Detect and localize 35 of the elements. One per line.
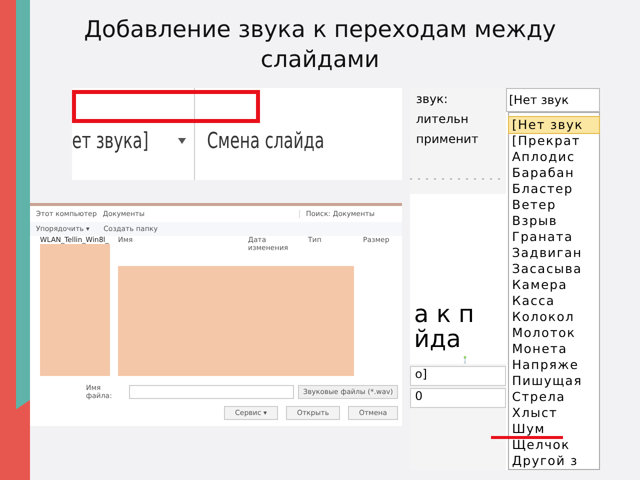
sound-option[interactable]: Аплодис <box>509 149 599 165</box>
sound-option[interactable]: Барабан <box>509 165 599 181</box>
slide-text: йда <box>414 327 462 352</box>
sound-option[interactable]: Другой з <box>509 453 599 469</box>
sound-option[interactable]: Шум <box>509 421 599 437</box>
sound-option[interactable]: Засасыва <box>509 261 599 277</box>
sound-option[interactable]: Взрыв <box>509 213 599 229</box>
slide-text: а к п <box>414 302 476 328</box>
field-label: применит <box>415 131 480 148</box>
sound-option[interactable]: Ветер <box>509 197 599 213</box>
spinner-field[interactable]: 0 <box>410 388 506 408</box>
sound-option[interactable]: Колокол <box>509 309 599 325</box>
sound-option[interactable]: Задвиган <box>509 245 599 261</box>
sound-option[interactable]: Стрела <box>509 389 599 405</box>
sound-option[interactable]: Хлыст <box>509 405 599 421</box>
sound-dropdown[interactable]: [Нет звук <box>506 88 600 112</box>
field-label: лительн <box>415 111 470 128</box>
sound-option[interactable]: Молоток <box>509 325 599 341</box>
sound-option[interactable]: Касса <box>509 293 599 309</box>
sound-option[interactable]: Щелчок <box>509 437 599 453</box>
sound-option[interactable]: [Нет звук <box>509 117 599 133</box>
field-label: звук: <box>415 91 449 108</box>
sound-option[interactable]: Бластер <box>509 181 599 197</box>
sound-option[interactable]: Напряже <box>509 357 599 373</box>
dropdown-field[interactable]: о] <box>410 366 506 386</box>
sound-option[interactable]: Камера <box>509 277 599 293</box>
transition-label: Смена слайда <box>207 128 324 154</box>
sound-option[interactable]: Граната <box>509 229 599 245</box>
sound-option[interactable]: Пишущая <box>509 373 599 389</box>
caret-icon <box>178 138 186 144</box>
slide-title: Добавление звука к переходам между слайдами <box>82 16 558 75</box>
sound-option[interactable]: Монета <box>509 341 599 357</box>
filename-field[interactable] <box>128 385 294 399</box>
sound-value: ет звука] <box>72 128 149 154</box>
sound-option[interactable]: [Прекрат <box>509 133 599 149</box>
